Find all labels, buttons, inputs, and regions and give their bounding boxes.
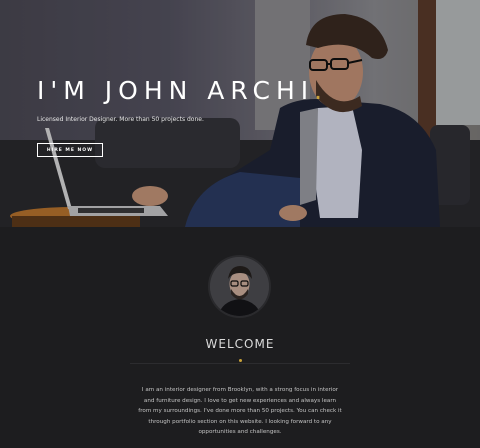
hero-section: I'M JOHN ARCHI. Licensed Interior Design… <box>0 0 480 227</box>
avatar <box>210 257 269 316</box>
hero-title-text: I'M JOHN ARCHI <box>37 76 315 105</box>
hero-overlay <box>0 0 480 227</box>
accent-dot <box>239 359 242 362</box>
hero-subtitle: Licensed Interior Designer. More than 50… <box>37 116 204 123</box>
hero-title: I'M JOHN ARCHI. <box>37 76 328 105</box>
hero-title-dot: . <box>314 76 329 105</box>
welcome-section: WELCOME I am an interior designer from B… <box>0 227 480 448</box>
hire-me-button[interactable]: HIRE ME NOW <box>37 143 103 157</box>
hero-background-photo <box>0 0 480 227</box>
hire-me-button-label: HIRE ME NOW <box>46 147 94 153</box>
avatar-portrait <box>210 257 269 316</box>
section-divider <box>130 363 350 364</box>
welcome-heading: WELCOME <box>205 337 275 351</box>
bio-paragraph: I am an interior designer from Brooklyn,… <box>138 387 342 435</box>
